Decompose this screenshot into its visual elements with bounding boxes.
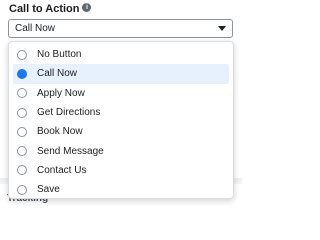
option-label: Get Directions (37, 107, 101, 119)
option-label: No Button (37, 49, 82, 61)
info-icon[interactable]: i (82, 3, 92, 12)
option-get-directions[interactable]: Get Directions (13, 103, 229, 122)
option-label: Send Message (37, 145, 104, 157)
call-to-action-select[interactable]: Call Now (8, 19, 233, 38)
option-save[interactable]: Save (13, 180, 229, 198)
radio-icon[interactable] (17, 107, 27, 118)
radio-icon[interactable] (17, 68, 27, 79)
option-label: Contact Us (37, 164, 87, 176)
selected-value: Call Now (15, 23, 56, 34)
option-label: Call Now (37, 68, 78, 80)
call-to-action-label-text: Call to Action (9, 3, 80, 15)
radio-icon[interactable] (17, 88, 27, 99)
radio-icon[interactable] (17, 126, 27, 137)
option-apply-now[interactable]: Apply Now (13, 84, 229, 103)
option-label: Apply Now (37, 87, 85, 99)
radio-icon[interactable] (17, 146, 27, 157)
option-contact-us[interactable]: Contact Us (13, 161, 229, 180)
radio-icon[interactable] (17, 184, 27, 195)
option-send-message[interactable]: Send Message (13, 141, 229, 160)
option-no-button[interactable]: No Button (13, 45, 229, 64)
option-call-now[interactable]: Call Now (13, 64, 229, 84)
radio-icon[interactable] (17, 165, 27, 176)
option-label: Save (37, 184, 60, 196)
radio-icon[interactable] (17, 49, 27, 60)
call-to-action-dropdown: No Button Call Now Apply Now Get Directi… (8, 41, 234, 199)
call-to-action-label: Call to Action i (9, 3, 92, 15)
option-label: Book Now (37, 126, 83, 138)
caret-down-icon[interactable] (218, 26, 226, 31)
option-book-now[interactable]: Book Now (13, 122, 229, 141)
